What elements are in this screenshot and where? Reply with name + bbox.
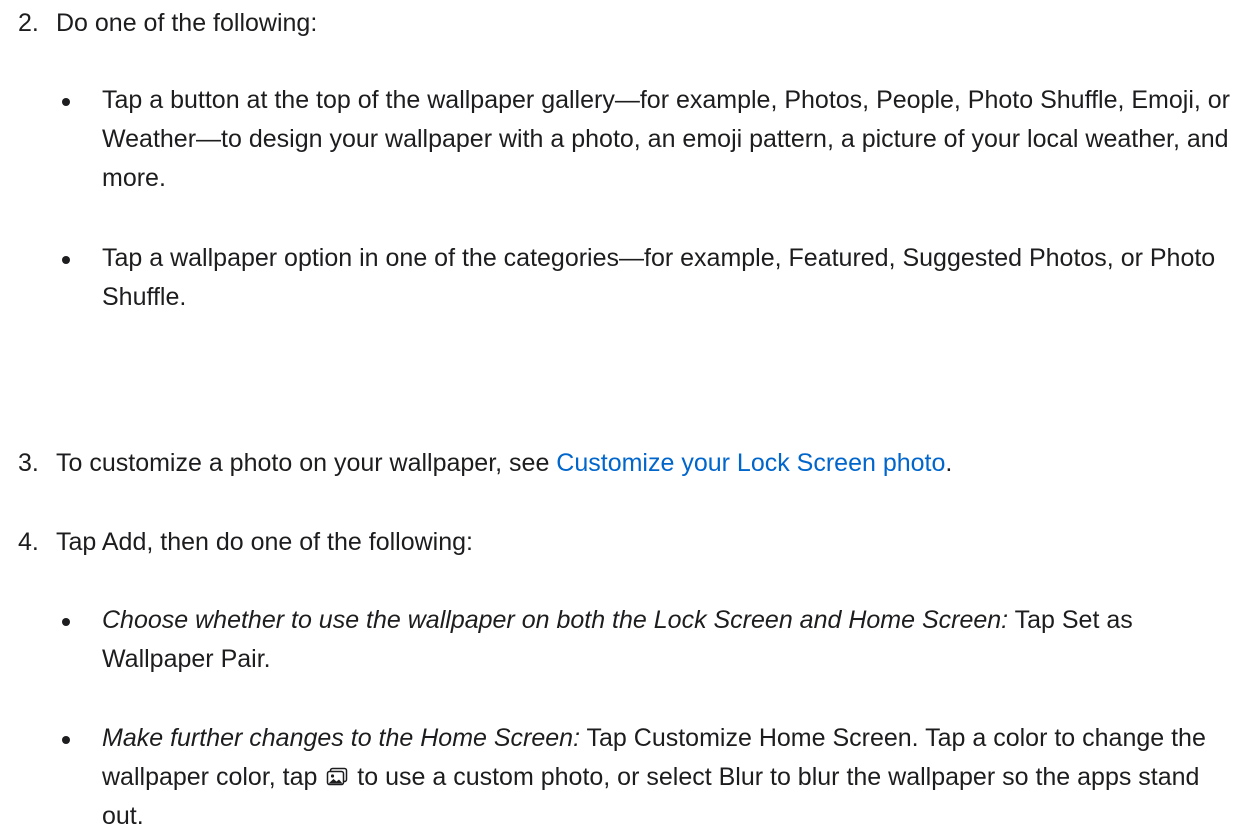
bullet-dot	[62, 98, 70, 106]
step-4: 4. Tap Add, then do one of the following…	[18, 523, 1228, 562]
step-text: Tap Add, then do one of the following:	[56, 528, 473, 556]
bullet-text: Tap a wallpaper option in one of the cat…	[102, 244, 1216, 311]
step-number: 3.	[18, 449, 39, 477]
step-text-before-link: To customize a photo on your wallpaper, …	[56, 449, 557, 477]
list-item: Tap a wallpaper option in one of the cat…	[62, 239, 1232, 317]
step-text-after-link: .	[945, 449, 953, 477]
photo-icon	[327, 767, 348, 786]
bullet-dot	[62, 736, 70, 744]
list-item: Make further changes to the Home Screen:…	[62, 719, 1232, 836]
step-text: Do one of the following:	[56, 9, 318, 37]
bullet-text: Tap a button at the top of the wallpaper…	[102, 86, 1230, 192]
step-number: 4.	[18, 528, 39, 556]
step-number: 2.	[18, 9, 39, 37]
bullet-italic-heading: Make further changes to the Home Screen:	[102, 724, 581, 752]
bullet-italic-heading: Choose whether to use the wallpaper on b…	[102, 606, 1009, 634]
bullet-dot	[62, 256, 70, 264]
bullet-text: Choose whether to use the wallpaper on b…	[102, 601, 1232, 679]
step-text: To customize a photo on your wallpaper, …	[56, 444, 1228, 483]
bullet-dot	[62, 618, 70, 626]
step-2: 2. Do one of the following:	[18, 4, 1228, 43]
bullet-text: Make further changes to the Home Screen:…	[102, 719, 1232, 836]
customize-lock-screen-photo-link[interactable]: Customize your Lock Screen photo	[556, 449, 945, 477]
list-item: Choose whether to use the wallpaper on b…	[62, 601, 1232, 679]
step-3: 3. To customize a photo on your wallpape…	[18, 444, 1228, 483]
list-item: Tap a button at the top of the wallpaper…	[62, 81, 1232, 198]
